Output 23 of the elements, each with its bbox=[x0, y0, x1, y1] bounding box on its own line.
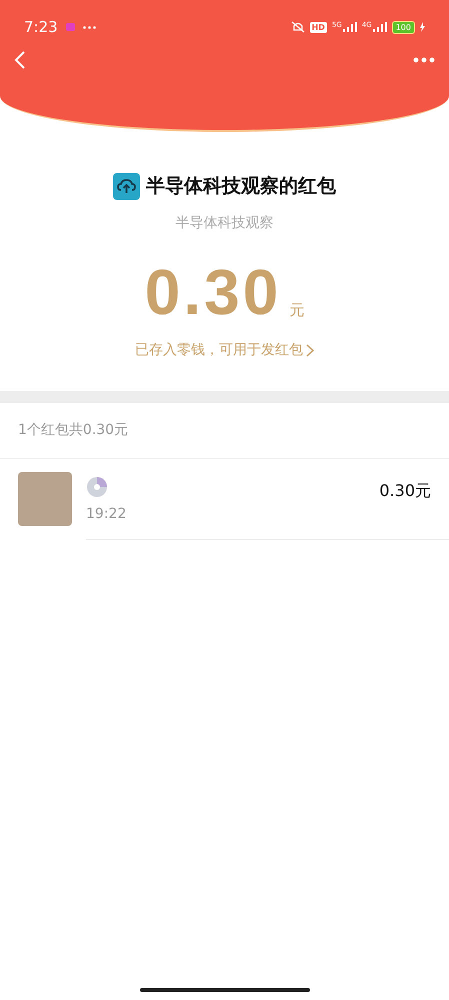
hd-badge: HD bbox=[310, 22, 327, 32]
battery-indicator: 100 bbox=[392, 20, 415, 34]
mute-icon bbox=[290, 21, 305, 33]
cloud-upload-icon bbox=[113, 172, 140, 200]
amount-unit: 元 bbox=[289, 300, 304, 321]
app-notification-icon bbox=[66, 23, 75, 31]
charging-icon bbox=[420, 22, 425, 32]
avatar-photo-placeholder bbox=[18, 472, 72, 526]
record-row[interactable]: 19:22 0.30元 bbox=[0, 458, 449, 540]
more-notifications-icon bbox=[82, 26, 96, 28]
record-amount: 0.30元 bbox=[379, 480, 431, 502]
amount-value: 0.30 bbox=[144, 260, 282, 324]
envelope-title: 半导体科技观察的红包 bbox=[146, 174, 336, 199]
summary-text: 1个红包共0.30元 bbox=[0, 402, 449, 458]
chevron-icon bbox=[306, 344, 314, 356]
record-time: 19:22 bbox=[86, 504, 126, 524]
back-icon[interactable] bbox=[14, 50, 26, 70]
signal-icon bbox=[342, 22, 357, 32]
status-time: 7:23 bbox=[24, 16, 58, 38]
signal-icon bbox=[372, 22, 387, 32]
more-icon[interactable] bbox=[413, 57, 435, 63]
sender-name: 半导体科技观察 bbox=[176, 214, 274, 232]
disc-icon bbox=[86, 476, 108, 498]
